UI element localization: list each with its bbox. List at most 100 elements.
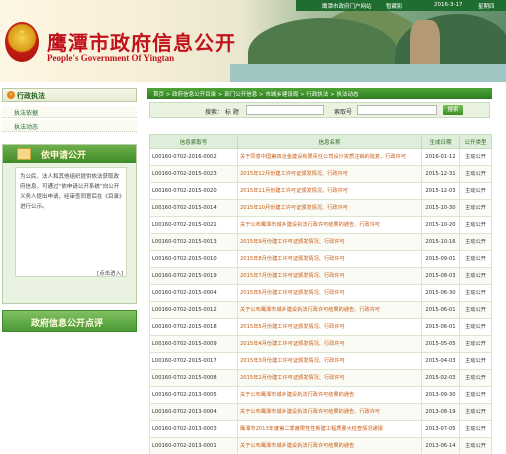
info-title-link[interactable]: 关于同意中国第四冶金建设有限责任公司设计资质注销的批复、行政许可 bbox=[237, 148, 422, 166]
table-row: L00160-0702-2015-0013 2015年9月份建工许可证颁发情况、行… bbox=[149, 233, 492, 251]
info-id-cell: L00160-0702-2015-0019 bbox=[149, 267, 238, 285]
bullet-icon: › bbox=[7, 91, 15, 99]
info-type-cell: 主动公开 bbox=[459, 335, 492, 353]
info-id-cell: L00160-0702-2015-0013 bbox=[149, 233, 238, 251]
sidebar-item-enforcement-basis[interactable]: 执法依据 bbox=[2, 106, 137, 118]
info-type-cell: 主动公开 bbox=[459, 250, 492, 268]
table-row: L00160-0702-2015-0018 2015年5月份建工许可证颁发情况、行… bbox=[149, 318, 492, 336]
info-title-link[interactable]: 2015年9月份建工许可证颁发情况、行政许可 bbox=[237, 233, 422, 251]
table-row: L00160-0702-2013-0001 关于公布鹰潭市城乡建设执法行政许可结果… bbox=[149, 437, 492, 454]
info-id-cell: L00160-0702-2015-0010 bbox=[149, 250, 238, 268]
info-review-button[interactable]: 政府信息公开点评 bbox=[2, 310, 137, 332]
info-date-cell: 2013-08-19 bbox=[421, 403, 460, 421]
info-id-cell: L00160-0702-2015-0008 bbox=[149, 369, 238, 387]
table-row: L00160-0702-2015-0009 2015年4月份建工许可证颁发情况、行… bbox=[149, 335, 492, 353]
favorite-link[interactable]: 暂藏影 bbox=[386, 2, 403, 10]
table-row: L00160-0702-2015-0020 2015年11月份建工许可证颁发情况、… bbox=[149, 182, 492, 200]
info-date-cell: 2015-06-01 bbox=[421, 301, 460, 319]
info-title-link[interactable]: 关于公布鹰潭市城乡建设执法行政许可结果的通告 bbox=[237, 437, 422, 454]
apply-disclosure-enter-link[interactable]: [点击进入] bbox=[97, 269, 123, 277]
table-row: L00160-0702-2016-0002 关于同意中国第四冶金建设有限责任公司设… bbox=[149, 148, 492, 166]
star-icon: ★ bbox=[19, 28, 26, 36]
search-title-label: 搜索： 标 题 bbox=[205, 109, 239, 116]
info-date-cell: 2015-08-03 bbox=[421, 267, 460, 285]
info-date-cell: 2015-04-03 bbox=[421, 352, 460, 370]
national-emblem-icon: ★ bbox=[5, 22, 39, 62]
info-type-cell: 主动公开 bbox=[459, 216, 492, 234]
info-title-link[interactable]: 2015年6月份建工许可证颁发情况、行政许可 bbox=[237, 284, 422, 302]
info-id-cell: L00160-0702-2013-0001 bbox=[149, 437, 238, 454]
info-title-link[interactable]: 2015年5月份建工许可证颁发情况、行政许可 bbox=[237, 318, 422, 336]
search-title-input[interactable] bbox=[246, 105, 324, 115]
info-date-cell: 2015-06-01 bbox=[421, 318, 460, 336]
table-row: L00160-0702-2015-0012 关于公布鹰潭市城乡建设执法行政许可结果… bbox=[149, 301, 492, 319]
info-id-cell: L00160-0702-2016-0002 bbox=[149, 148, 238, 166]
info-type-cell: 主动公开 bbox=[459, 403, 492, 421]
apply-disclosure-text: 为公民、法人和其他组织提供依法获取政府信息，可通过“依申请公开系统”向公开义务人… bbox=[15, 167, 127, 277]
info-title-link[interactable]: 2015年10月份建工许可证颁发情况、行政许可 bbox=[237, 199, 422, 217]
portal-link[interactable]: 鹰潭市政府门户网站 bbox=[322, 2, 372, 10]
info-title-link[interactable]: 2015年11月份建工许可证颁发情况、行政许可 bbox=[237, 182, 422, 200]
info-date-cell: 2015-10-30 bbox=[421, 199, 460, 217]
info-type-cell: 主动公开 bbox=[459, 182, 492, 200]
table-row: L00160-0702-2013-0004 关于公布鹰潭市城乡建设执法行政许可结果… bbox=[149, 403, 492, 421]
info-date-cell: 2015-06-30 bbox=[421, 284, 460, 302]
info-title-link[interactable]: 关于公布鹰潭市城乡建设执法行政许可结果的通告 bbox=[237, 386, 422, 404]
info-title-link[interactable]: 关于公布鹰潭市城乡建设执法行政许可结果的通告、行政许可 bbox=[237, 403, 422, 421]
info-title-link[interactable]: 2015年3月份建工许可证颁发情况、行政许可 bbox=[237, 352, 422, 370]
info-title-link[interactable]: 2015年7月份建工许可证颁发情况、行政许可 bbox=[237, 267, 422, 285]
info-title-link[interactable]: 关于公布鹰潭市城乡建设执法行政许可结果的通告、行政许可 bbox=[237, 216, 422, 234]
table-row: L00160-0702-2015-0023 2015年12月份建工许可证颁发情况、… bbox=[149, 165, 492, 183]
table-row: L00160-0702-2013-0005 关于公布鹰潭市城乡建设执法行政许可结果… bbox=[149, 386, 492, 404]
sidebar-item-enforcement-news[interactable]: 执法动态 bbox=[2, 120, 137, 132]
info-title-link[interactable]: 2015年8月份建工许可证颁发情况、行政许可 bbox=[237, 250, 422, 268]
table-row: L00160-0702-2015-0014 2015年10月份建工许可证颁发情况、… bbox=[149, 199, 492, 217]
table-row: L00160-0702-2013-0003 鹰潭市2013年度第二季度限性性新建工… bbox=[149, 420, 492, 438]
info-date-cell: 2015-09-01 bbox=[421, 250, 460, 268]
sidebar-section-title: 行政执法 bbox=[17, 92, 45, 100]
breadcrumb[interactable]: 首页 > 政府信息公开目录 > 部门公开信息 > 市城乡建设局 > 行政执法 >… bbox=[153, 90, 359, 98]
info-id-cell: L00160-0702-2013-0005 bbox=[149, 386, 238, 404]
table-row: L00160-0702-2015-0008 2015年2月份建工许可证颁发情况、行… bbox=[149, 369, 492, 387]
info-date-cell: 2013-06-14 bbox=[421, 437, 460, 454]
search-id-input[interactable] bbox=[357, 105, 437, 115]
sidebar-item-label: 执法动态 bbox=[14, 124, 39, 131]
info-type-cell: 主动公开 bbox=[459, 318, 492, 336]
info-id-cell: L00160-0702-2013-0003 bbox=[149, 420, 238, 438]
apply-disclosure-header: 依申请公开 bbox=[3, 145, 136, 163]
table-row: L00160-0702-2015-0021 关于公布鹰潭市城乡建设执法行政许可结果… bbox=[149, 216, 492, 234]
info-type-cell: 主动公开 bbox=[459, 148, 492, 166]
info-title-link[interactable]: 2015年2月份建工许可证颁发情况、行政许可 bbox=[237, 369, 422, 387]
weekday-text: 星期四 bbox=[478, 4, 495, 10]
header-banner: ★ 鹰潭市政府信息公开 People's Government Of Yingt… bbox=[0, 0, 506, 82]
info-table: 信息索取号 信息名称 生成日期 公开类型 L00160-0702-2016-00… bbox=[149, 134, 492, 454]
column-header: 生成日期 bbox=[421, 134, 460, 149]
info-date-cell: 2015-12-03 bbox=[421, 182, 460, 200]
info-type-cell: 主动公开 bbox=[459, 420, 492, 438]
river-image bbox=[230, 64, 506, 82]
info-type-cell: 主动公开 bbox=[459, 165, 492, 183]
info-id-cell: L00160-0702-2015-0009 bbox=[149, 335, 238, 353]
search-bar: 搜索： 标 题 索取号 搜索 bbox=[149, 102, 490, 118]
info-title-link[interactable]: 2015年12月份建工许可证颁发情况、行政许可 bbox=[237, 165, 422, 183]
info-date-cell: 2015-10-20 bbox=[421, 216, 460, 234]
search-id-label: 索取号 bbox=[334, 109, 353, 116]
info-type-cell: 主动公开 bbox=[459, 267, 492, 285]
site-subtitle: People's Government Of Yingtan bbox=[47, 53, 175, 63]
table-header-row: 信息索取号 信息名称 生成日期 公开类型 bbox=[149, 134, 492, 149]
info-id-cell: L00160-0702-2015-0023 bbox=[149, 165, 238, 183]
sidebar: › 行政执法 执法依据 执法动态 依申请公开 为公民、法人和其他组织提供依法获取… bbox=[0, 84, 139, 454]
info-title-link[interactable]: 2015年4月份建工许可证颁发情况、行政许可 bbox=[237, 335, 422, 353]
top-bar: 鹰潭市政府门户网站 暂藏影 2016-3-17 星期四 bbox=[296, 0, 506, 11]
search-button[interactable]: 搜索 bbox=[443, 105, 463, 115]
info-title-link[interactable]: 鹰潭市2013年度第二季度限性性新建工程质量大检查情况通报 bbox=[237, 420, 422, 438]
table-row: L00160-0702-2015-0004 2015年6月份建工许可证颁发情况、行… bbox=[149, 284, 492, 302]
info-id-cell: L00160-0702-2015-0021 bbox=[149, 216, 238, 234]
date-text: 2016-3-17 bbox=[434, 2, 463, 8]
info-id-cell: L00160-0702-2015-0020 bbox=[149, 182, 238, 200]
info-date-cell: 2015-02-03 bbox=[421, 369, 460, 387]
info-id-cell: L00160-0702-2015-0018 bbox=[149, 318, 238, 336]
info-title-link[interactable]: 关于公布鹰潭市城乡建设执法行政许可结果的通告、行政许可 bbox=[237, 301, 422, 319]
info-date-cell: 2015-10-16 bbox=[421, 233, 460, 251]
table-row: L00160-0702-2015-0010 2015年8月份建工许可证颁发情况、行… bbox=[149, 250, 492, 268]
